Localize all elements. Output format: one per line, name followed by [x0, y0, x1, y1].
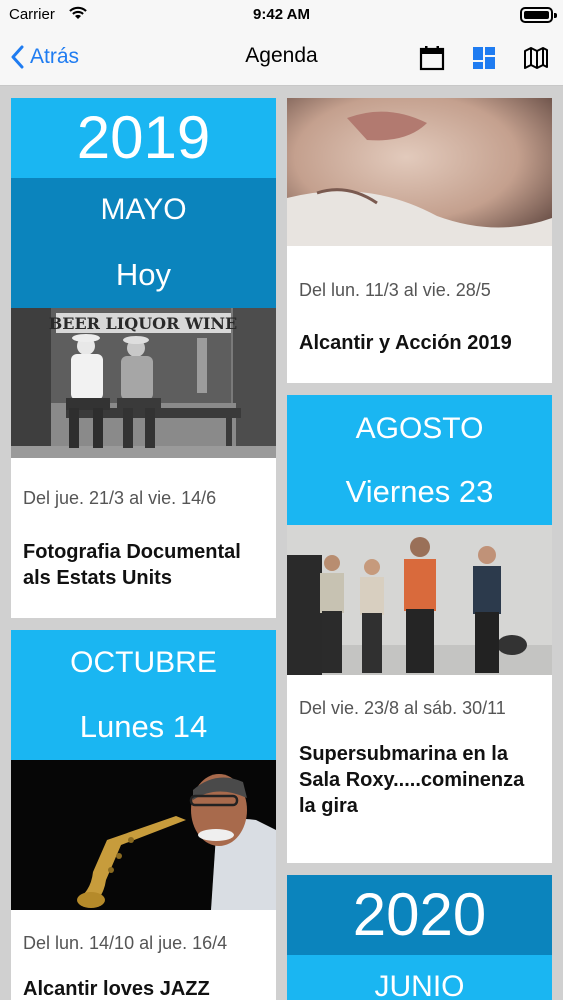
event-photo: [287, 98, 552, 246]
year-header: 2019: [11, 98, 276, 178]
navigation-bar: Atrás Agenda: [0, 30, 563, 86]
map-icon[interactable]: [522, 44, 550, 72]
grid-view-icon[interactable]: [470, 44, 498, 72]
day-label: Hoy: [115, 257, 172, 292]
date-header: MAYO Hoy: [11, 178, 276, 308]
day-label: Viernes 23: [345, 474, 494, 509]
battery-icon: [520, 7, 557, 23]
event-photo: [287, 525, 552, 675]
event-card-alcantir-accion[interactable]: Del lun. 11/3 al vie. 28/5 Alcantir y Ac…: [287, 98, 552, 383]
status-bar: Carrier 9:42 AM: [0, 0, 563, 30]
event-dates: Del lun. 14/10 al jue. 16/4: [23, 933, 228, 953]
status-time: 9:42 AM: [253, 6, 310, 23]
sign-text: BEER LIQUOR WINE: [49, 314, 237, 333]
event-card-2020[interactable]: 2020 JUNIO: [287, 875, 552, 1000]
event-title: Supersubmarina en la Sala Roxy.....comin…: [299, 743, 525, 817]
face-photo-image: [287, 98, 552, 246]
event-dates: Del jue. 21/3 al vie. 14/6: [23, 488, 217, 508]
month-label: JUNIO: [287, 955, 552, 1000]
date-header: AGOSTO Viernes 23: [287, 395, 552, 525]
event-card-fotografia[interactable]: 2019 MAYO Hoy BEER LIQUOR WINE Del jue. …: [11, 98, 276, 618]
event-title: Alcantir y Acción 2019: [299, 332, 512, 354]
event-dates: Del lun. 11/3 al vie. 28/5: [299, 280, 491, 300]
band-photo-image: [287, 525, 552, 675]
event-title: Alcantir loves JAZZ: [23, 978, 210, 1000]
event-card-supersubmarina[interactable]: AGOSTO Viernes 23 Del vie. 23/8 al sáb. …: [287, 395, 552, 863]
old-men-photo-image: BEER LIQUOR WINE: [11, 308, 276, 458]
event-title: Fotografia Documental als Estats Units: [23, 541, 241, 589]
date-header: OCTUBRE Lunes 14: [11, 630, 276, 760]
month-label: MAYO: [100, 193, 187, 226]
saxophone-photo-image: [11, 760, 276, 910]
event-card-jazz[interactable]: OCTUBRE Lunes 14 Del lun. 14/10 al jue. …: [11, 630, 276, 1000]
month-label: AGOSTO: [355, 412, 484, 445]
day-label: Lunes 14: [79, 709, 208, 744]
event-dates: Del vie. 23/8 al sáb. 30/11: [299, 698, 506, 718]
calendar-icon[interactable]: [418, 44, 446, 72]
event-photo: [11, 760, 276, 910]
month-label: OCTUBRE: [70, 646, 217, 679]
event-photo: BEER LIQUOR WINE: [11, 308, 276, 458]
year-header: 2020: [287, 875, 552, 955]
